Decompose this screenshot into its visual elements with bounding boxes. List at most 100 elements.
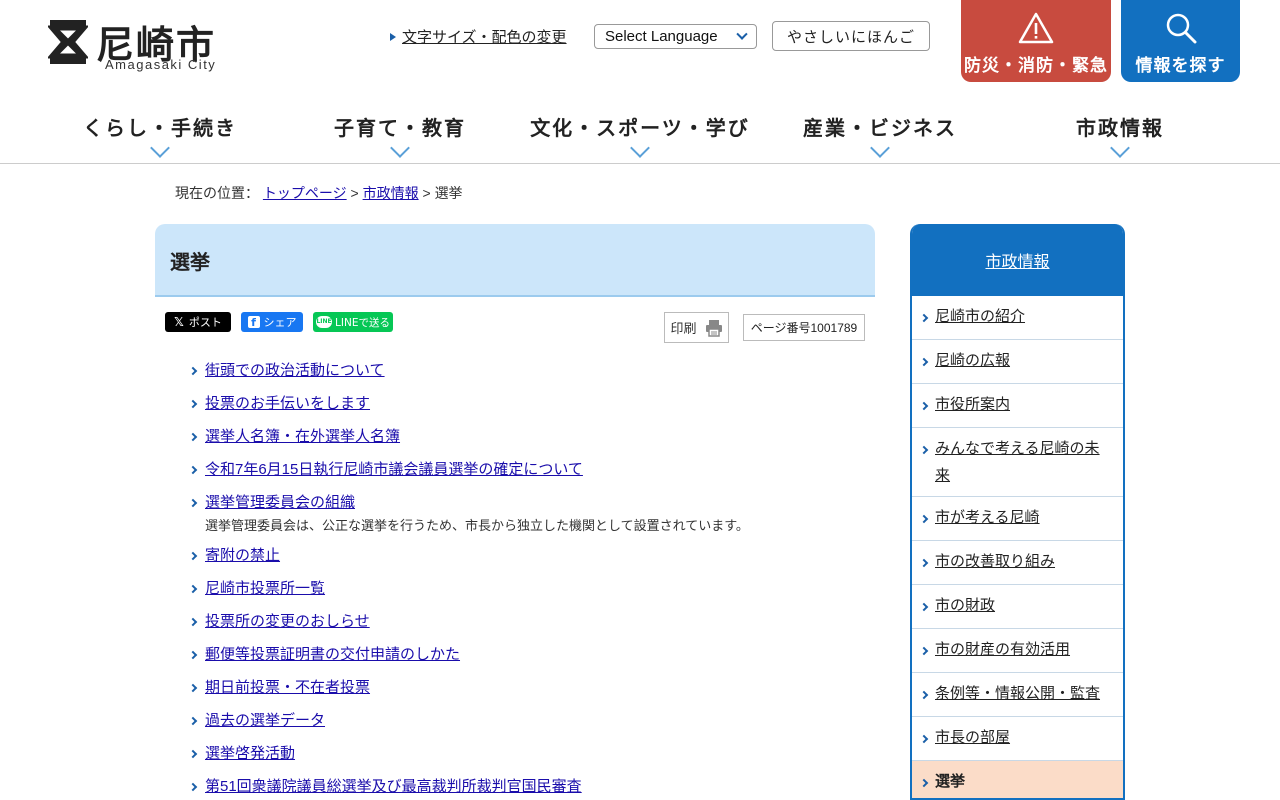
print-button[interactable]: 印刷 xyxy=(664,312,729,343)
chevron-right-icon xyxy=(188,432,198,442)
search-icon xyxy=(1166,13,1196,44)
chevron-right-icon xyxy=(188,584,198,594)
link-description: 選挙管理委員会は、公正な選挙を行うため、市長から独立した機関として設置されていま… xyxy=(205,518,749,533)
gnav-label: くらし・手続き xyxy=(83,116,237,140)
content-link[interactable]: 選挙啓発活動 xyxy=(205,745,295,762)
sidebar-item-label: 市の改善取り組み xyxy=(935,553,1056,570)
share-x-label: ポスト xyxy=(188,316,222,329)
chevron-right-icon xyxy=(188,366,198,376)
chevron-right-icon xyxy=(919,357,929,367)
sidebar-item-elections[interactable]: 選挙 xyxy=(912,761,1123,798)
facebook-icon: f xyxy=(247,316,260,329)
disaster-emergency-button[interactable]: 防災・消防・緊急 xyxy=(961,0,1111,82)
chevron-right-icon xyxy=(919,445,929,455)
sidebar-item-future[interactable]: みんなで考える尼崎の未来 xyxy=(912,428,1123,497)
content-link[interactable]: 投票所の変更のおしらせ xyxy=(205,613,370,630)
page-number: ページ番号1001789 xyxy=(743,314,865,341)
sidebar-item-introduction[interactable]: 尼崎市の紹介 xyxy=(912,296,1123,340)
sidebar-item-finance[interactable]: 市の財政 xyxy=(912,585,1123,629)
share-facebook-button[interactable]: f シェア xyxy=(241,312,303,332)
gnav-item-city-government[interactable]: 市政情報 xyxy=(1000,100,1240,163)
sidebar-item-label: 市の財産の有効活用 xyxy=(935,641,1071,658)
easy-japanese-button[interactable]: やさしいにほんご xyxy=(772,21,930,51)
chevron-right-icon xyxy=(919,558,929,568)
share-x-button[interactable]: 𝕏 ポスト xyxy=(165,312,231,332)
share-facebook-label: シェア xyxy=(263,316,297,329)
list-item: 尼崎市投票所一覧 xyxy=(188,578,870,600)
sidebar-item-ordinances[interactable]: 条例等・情報公開・監査 xyxy=(912,673,1123,717)
logo-subtitle: Amagasaki City xyxy=(105,57,217,72)
breadcrumb-parent-link[interactable]: 市政情報 xyxy=(363,185,419,201)
sidebar-item-city-hall-guide[interactable]: 市役所案内 xyxy=(912,384,1123,428)
gnav-item-living[interactable]: くらし・手続き xyxy=(40,100,280,163)
gnav-label: 子育て・教育 xyxy=(334,116,466,140)
print-label: 印刷 xyxy=(670,321,697,336)
content-link-list: 街頭での政治活動について 投票のお手伝いをします 選挙人名簿・在外選挙人名簿 令… xyxy=(188,360,870,800)
page-title-box: 選挙 xyxy=(155,224,875,297)
share-line-button[interactable]: LINE LINEで送る xyxy=(313,312,393,332)
chevron-right-icon xyxy=(188,650,198,660)
language-select[interactable]: Select Language xyxy=(594,24,757,49)
breadcrumb-top-link[interactable]: トップページ xyxy=(263,185,347,201)
content-link[interactable]: 郵便等投票証明書の交付申請のしかた xyxy=(205,646,460,663)
gnav-label: 産業・ビジネス xyxy=(803,116,957,140)
chevron-down-icon xyxy=(390,138,410,158)
list-item: 郵便等投票証明書の交付申請のしかた xyxy=(188,644,870,666)
sidebar-item-public-relations[interactable]: 尼崎の広報 xyxy=(912,340,1123,384)
list-item: 寄附の禁止 xyxy=(188,545,870,567)
page-title: 選挙 xyxy=(170,250,210,274)
x-logo-icon: 𝕏 xyxy=(174,315,184,329)
sidebar-item-label: 市長の部屋 xyxy=(935,729,1011,746)
list-item: 投票のお手伝いをします xyxy=(188,393,870,415)
content-link[interactable]: 街頭での政治活動について xyxy=(205,362,385,379)
chevron-right-icon xyxy=(919,690,929,700)
chevron-right-icon xyxy=(188,465,198,475)
sidebar-item-improvement[interactable]: 市の改善取り組み xyxy=(912,541,1123,585)
content-link[interactable]: 選挙管理委員会の組織 xyxy=(205,494,355,511)
gnav-label: 市政情報 xyxy=(1076,116,1164,140)
content-link[interactable]: 第51回衆議院議員総選挙及び最高裁判所裁判官国民審査 xyxy=(205,778,582,795)
sidebar-item-assets[interactable]: 市の財産の有効活用 xyxy=(912,629,1123,673)
find-information-label: 情報を探す xyxy=(1135,56,1226,76)
breadcrumb: 現在の位置： トップページ > 市政情報 > 選挙 xyxy=(175,183,463,203)
gnav-item-childcare[interactable]: 子育て・教育 xyxy=(280,100,520,163)
content-link[interactable]: 期日前投票・不在者投票 xyxy=(205,679,370,696)
list-item: 期日前投票・不在者投票 xyxy=(188,677,870,699)
language-select-value: Select Language xyxy=(605,28,718,45)
chevron-right-icon xyxy=(919,778,929,788)
sidebar-item-city-vision[interactable]: 市が考える尼崎 xyxy=(912,497,1123,541)
gnav-item-business[interactable]: 産業・ビジネス xyxy=(760,100,1000,163)
content-link[interactable]: 過去の選挙データ xyxy=(205,712,325,729)
easy-japanese-label: やさしいにほんご xyxy=(786,28,915,46)
site-logo[interactable]: 尼崎市 Amagasaki City xyxy=(48,16,228,74)
line-icon: LINE xyxy=(316,316,333,328)
breadcrumb-prefix: 現在の位置： xyxy=(175,185,259,201)
breadcrumb-separator: > xyxy=(350,185,359,201)
sidebar-heading-link[interactable]: 市政情報 xyxy=(912,224,1123,296)
sidebar-item-mayor[interactable]: 市長の部屋 xyxy=(912,717,1123,761)
sidebar-item-label: 条例等・情報公開・監査 xyxy=(935,685,1101,702)
content-link[interactable]: 投票のお手伝いをします xyxy=(205,395,370,412)
chevron-down-icon xyxy=(150,138,170,158)
find-information-button[interactable]: 情報を探す xyxy=(1121,0,1240,82)
chevron-right-icon xyxy=(188,498,198,508)
list-item: 選挙管理委員会の組織選挙管理委員会は、公正な選挙を行うため、市長から独立した機関… xyxy=(188,492,870,536)
sidebar-list: 尼崎市の紹介 尼崎の広報 市役所案内 みんなで考える尼崎の未来 市が考える尼崎 … xyxy=(912,296,1123,798)
chevron-down-icon xyxy=(736,28,748,40)
breadcrumb-separator: > xyxy=(422,185,431,201)
list-item: 投票所の変更のおしらせ xyxy=(188,611,870,633)
content-link[interactable]: 選挙人名簿・在外選挙人名簿 xyxy=(205,428,400,445)
textsize-color-label: 文字サイズ・配色の変更 xyxy=(402,29,567,46)
sidebar-item-label: 市役所案内 xyxy=(935,396,1011,413)
textsize-color-link[interactable]: 文字サイズ・配色の変更 xyxy=(390,26,567,47)
chevron-right-icon xyxy=(919,734,929,744)
chevron-right-icon xyxy=(919,514,929,524)
content-link[interactable]: 令和7年6月15日執行尼崎市議会議員選挙の確定について xyxy=(205,461,583,478)
gnav-item-culture[interactable]: 文化・スポーツ・学び xyxy=(520,100,760,163)
chevron-right-icon xyxy=(188,399,198,409)
content-link[interactable]: 寄附の禁止 xyxy=(205,547,280,564)
chevron-down-icon xyxy=(1110,138,1130,158)
content-link[interactable]: 尼崎市投票所一覧 xyxy=(205,580,325,597)
list-item: 街頭での政治活動について xyxy=(188,360,870,382)
list-item: 選挙人名簿・在外選挙人名簿 xyxy=(188,426,870,448)
